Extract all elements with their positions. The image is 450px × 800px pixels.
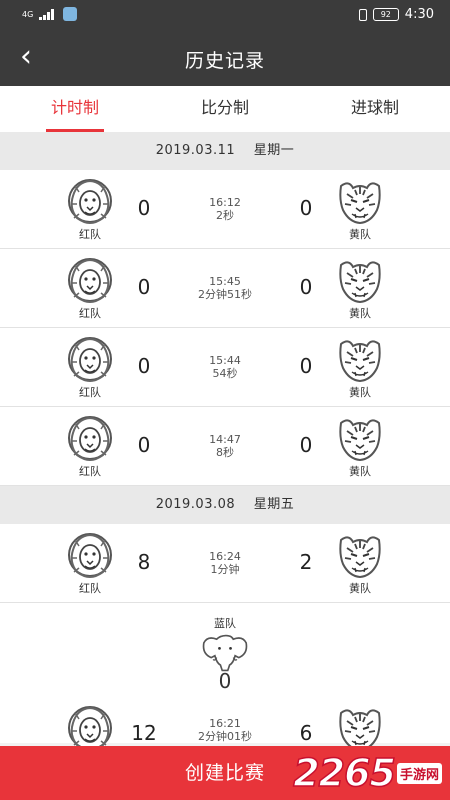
home-team: 红队 <box>60 532 120 596</box>
start-time: 15:44 <box>209 354 241 367</box>
tiger-icon <box>339 340 381 382</box>
third-team-name: 蓝队 <box>214 617 236 630</box>
away-score: 0 <box>299 275 313 299</box>
tab-goal[interactable]: 进球制 <box>300 86 450 132</box>
history-list[interactable]: 2019.03.11 星期一 红队 0 16:12 2秒 0 黄队 红队 0 1… <box>0 132 450 746</box>
away-score: 6 <box>299 721 313 745</box>
match-time: 15:44 54秒 <box>175 354 275 380</box>
tiger-icon <box>339 261 381 303</box>
home-score: 0 <box>137 275 151 299</box>
third-team: 蓝队 <box>195 615 255 673</box>
home-team-name: 红队 <box>79 582 101 595</box>
site-watermark: 2265 手游网 <box>292 748 442 798</box>
duration: 2秒 <box>216 209 234 222</box>
home-team: 红队 <box>60 415 120 479</box>
away-team-name: 黄队 <box>349 465 371 478</box>
duration: 1分钟 <box>210 563 240 576</box>
away-team: 黄队 <box>330 532 390 596</box>
tiger-icon <box>339 182 381 224</box>
battery-level: 92 <box>380 9 391 19</box>
match-time: 16:21 2分钟01秒 <box>175 717 275 743</box>
date-text: 2019.03.11 <box>155 143 236 158</box>
away-team: 黄队 <box>330 415 390 479</box>
home-team-name: 红队 <box>79 307 101 320</box>
tiger-icon <box>339 709 381 746</box>
weekday-text: 星期五 <box>253 497 295 512</box>
duration: 8秒 <box>216 446 234 459</box>
signal-icon <box>39 8 57 20</box>
weekday-text: 星期一 <box>253 143 295 158</box>
start-time: 16:12 <box>209 196 241 209</box>
watermark-site: 手游网 <box>396 762 442 784</box>
away-score: 0 <box>299 354 313 378</box>
start-time: 15:45 <box>209 275 241 288</box>
date-header: 2019.03.11 星期一 <box>0 132 450 170</box>
third-score: 0 <box>218 669 232 693</box>
away-team-name: 黄队 <box>349 582 371 595</box>
home-team-name: 红队 <box>79 465 101 478</box>
elephant-icon <box>202 634 248 672</box>
lion-icon <box>68 258 112 303</box>
status-bar: 4G 92 4:30 <box>0 0 450 30</box>
network-type: 4G <box>22 9 34 19</box>
away-score: 0 <box>299 196 313 220</box>
home-score: 0 <box>137 433 151 457</box>
match-row[interactable]: 红队 0 14:47 8秒 0 黄队 <box>0 407 450 486</box>
clock: 4:30 <box>404 7 434 22</box>
away-team: 黄队 <box>330 336 390 400</box>
home-team: 红队 <box>60 336 120 400</box>
tab-score[interactable]: 比分制 <box>150 86 300 132</box>
away-team-name: 黄队 <box>349 307 371 320</box>
duration: 2分钟51秒 <box>198 288 252 301</box>
away-team <box>330 705 390 746</box>
away-team-name: 黄队 <box>349 386 371 399</box>
start-time: 14:47 <box>209 433 241 446</box>
app-notification-icon <box>63 7 78 21</box>
away-team: 黄队 <box>330 178 390 242</box>
match-row[interactable]: 蓝队 0 12 16:21 2分钟01秒 6 <box>0 603 450 746</box>
home-score: 12 <box>131 721 157 745</box>
home-team: 红队 <box>60 257 120 321</box>
start-time: 16:21 <box>209 717 241 730</box>
match-time: 16:24 1分钟 <box>175 550 275 576</box>
match-row[interactable]: 红队 0 16:12 2秒 0 黄队 <box>0 170 450 249</box>
vibrate-icon <box>358 8 367 21</box>
match-time: 16:12 2秒 <box>175 196 275 222</box>
away-team: 黄队 <box>330 257 390 321</box>
lion-icon <box>68 533 112 578</box>
home-score: 8 <box>137 550 151 574</box>
home-team-name: 红队 <box>79 386 101 399</box>
tab-bar: 计时制 比分制 进球制 <box>0 86 450 132</box>
match-row[interactable]: 红队 0 15:45 2分钟51秒 0 黄队 <box>0 249 450 328</box>
tab-timed[interactable]: 计时制 <box>0 86 150 132</box>
lion-icon <box>68 337 112 382</box>
navigation-bar: ‹ 历史记录 <box>0 30 450 86</box>
home-score: 0 <box>137 196 151 220</box>
home-team: 红队 <box>60 178 120 242</box>
duration: 54秒 <box>212 367 238 380</box>
away-score: 0 <box>299 433 313 457</box>
page-title: 历史记录 <box>184 50 265 72</box>
start-time: 16:24 <box>209 550 241 563</box>
lion-icon <box>68 706 112 746</box>
match-row[interactable]: 红队 8 16:24 1分钟 2 黄队 <box>0 524 450 603</box>
battery-icon: 92 <box>372 8 399 21</box>
date-text: 2019.03.08 <box>155 497 236 512</box>
away-team-name: 黄队 <box>349 228 371 241</box>
lion-icon <box>68 416 112 461</box>
tiger-icon <box>339 419 381 461</box>
date-header: 2019.03.08 星期五 <box>0 486 450 524</box>
match-time: 15:45 2分钟51秒 <box>175 275 275 301</box>
watermark-number: 2265 <box>292 750 396 796</box>
tiger-icon <box>339 536 381 578</box>
home-team-name: 红队 <box>79 228 101 241</box>
match-row[interactable]: 红队 0 15:44 54秒 0 黄队 <box>0 328 450 407</box>
home-score: 0 <box>137 354 151 378</box>
duration: 2分钟01秒 <box>198 730 252 743</box>
lion-icon <box>68 179 112 224</box>
home-team <box>60 705 120 746</box>
away-score: 2 <box>299 550 313 574</box>
match-time: 14:47 8秒 <box>175 433 275 459</box>
